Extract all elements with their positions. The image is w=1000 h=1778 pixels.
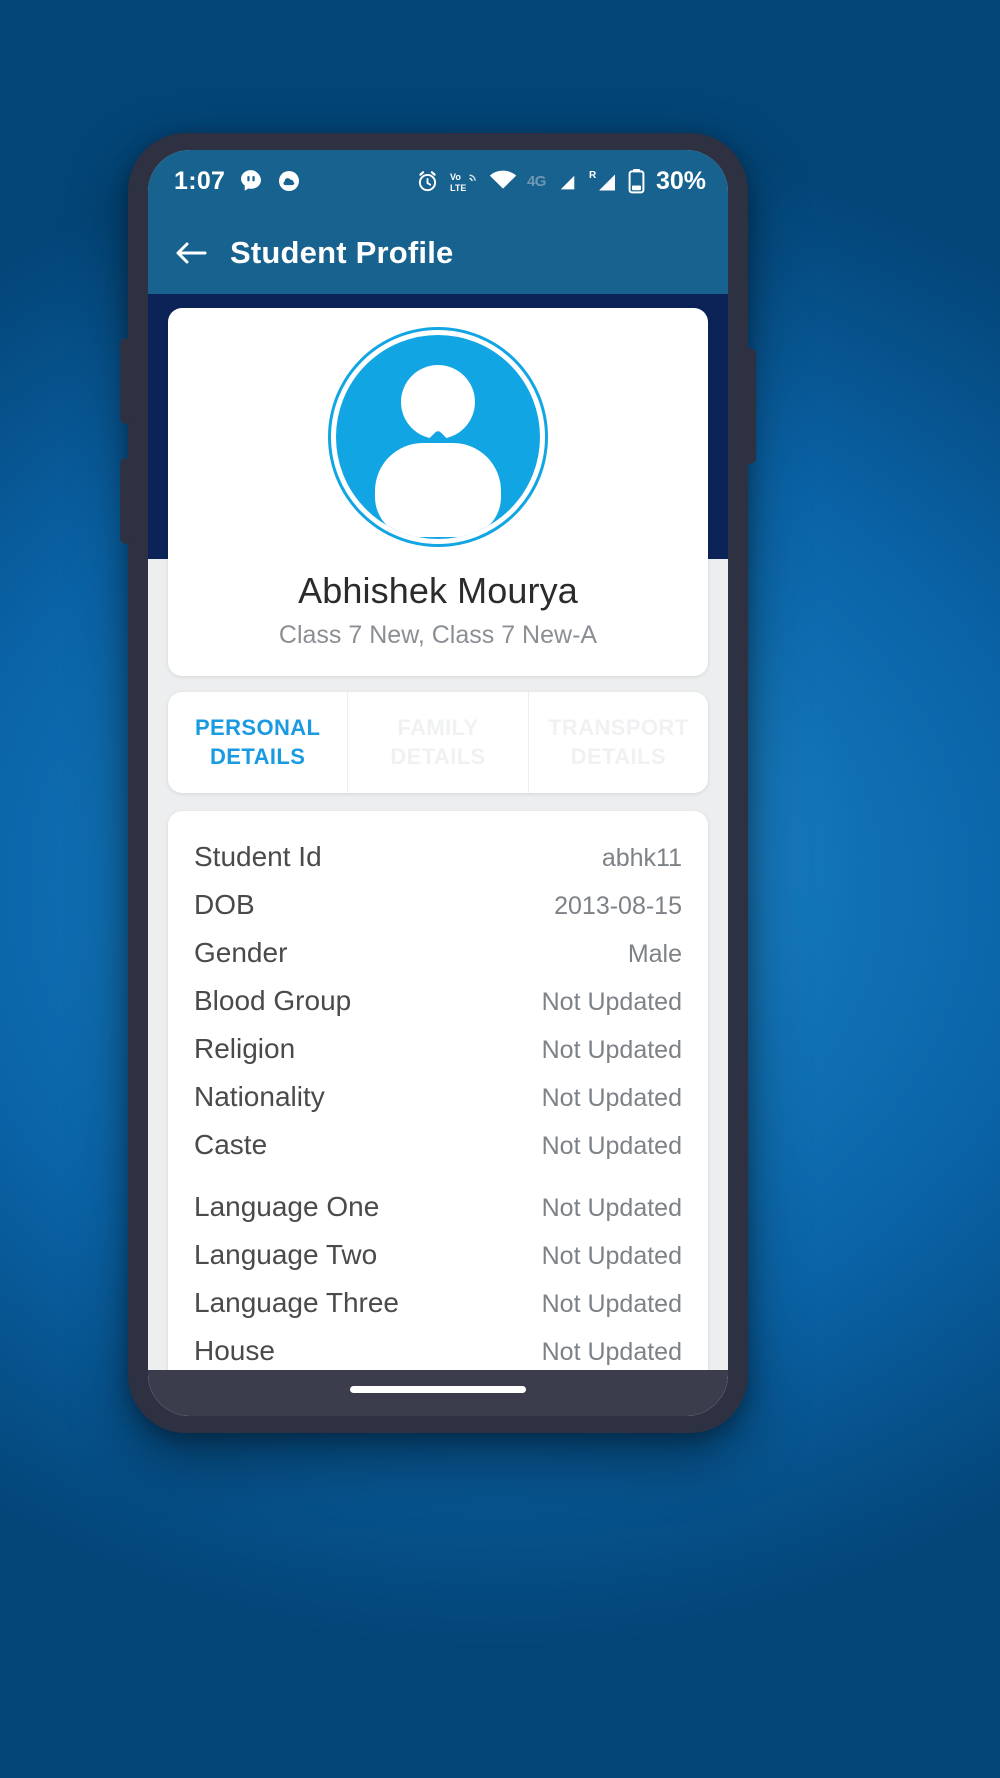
tab-transport-details[interactable]: TRANSPORT DETAILS — [527, 692, 708, 794]
row-key: Religion — [194, 1033, 296, 1065]
row-key: Gender — [194, 937, 288, 969]
scroll-content[interactable]: Abhishek Mourya Class 7 New, Class 7 New… — [148, 294, 728, 1416]
row-value: abhk11 — [601, 844, 682, 873]
row-value: Not Updated — [541, 1242, 682, 1271]
row-value: Not Updated — [541, 988, 682, 1017]
svg-text:R: R — [589, 170, 597, 181]
row-key: Language One — [194, 1191, 380, 1223]
tab-family-details[interactable]: FAMILY DETAILS — [347, 692, 527, 794]
status-bar: 1:07 Vo LTE 4G R 30% — [148, 150, 728, 212]
svg-text:Vo: Vo — [450, 172, 461, 182]
table-row: Language Two Not Updated — [194, 1231, 682, 1279]
avatar-body — [375, 443, 501, 537]
volume-down-button[interactable] — [120, 458, 132, 544]
network-type-label: 4G — [526, 172, 547, 190]
chat-icon — [238, 168, 264, 194]
table-row: DOB 2013-08-15 — [194, 881, 682, 929]
table-row: Gender Male — [194, 929, 682, 977]
row-value: Not Updated — [541, 1194, 682, 1223]
status-bar-right: Vo LTE 4G R 30% — [415, 167, 706, 196]
home-indicator[interactable] — [350, 1386, 526, 1393]
table-row: Student Id abhk11 — [194, 833, 682, 881]
row-key: Student Id — [194, 841, 322, 873]
signal-roaming-icon: R — [589, 169, 619, 194]
battery-percent: 30% — [655, 166, 706, 195]
avatar — [331, 330, 545, 544]
row-key: Caste — [194, 1129, 268, 1161]
volte-icon: Vo LTE — [449, 169, 479, 194]
row-value: Not Updated — [541, 1290, 682, 1319]
back-arrow-icon[interactable] — [174, 238, 208, 268]
navigation-bar — [148, 1370, 728, 1416]
status-bar-left: 1:07 — [174, 167, 301, 196]
tab-bar: PERSONAL DETAILS FAMILY DETAILS TRANSPOR… — [168, 692, 708, 794]
table-row: Caste Not Updated — [194, 1121, 682, 1169]
phone-screen: 1:07 Vo LTE 4G R 30% Student Profile Abh… — [148, 150, 728, 1416]
personal-details-card: Student Id abhk11 DOB 2013-08-15 Gender … — [168, 811, 708, 1400]
cloud-icon — [277, 169, 301, 193]
profile-card: Abhishek Mourya Class 7 New, Class 7 New… — [168, 308, 708, 676]
row-value: Not Updated — [541, 1036, 682, 1065]
status-time: 1:07 — [174, 166, 226, 195]
avatar-head — [401, 365, 475, 439]
svg-text:LTE: LTE — [450, 183, 466, 193]
student-class: Class 7 New, Class 7 New-A — [278, 621, 598, 649]
row-value: Male — [627, 940, 682, 969]
app-bar: Student Profile — [148, 212, 728, 294]
row-value: Not Updated — [541, 1338, 682, 1367]
alarm-icon — [415, 169, 440, 194]
phone-device: 1:07 Vo LTE 4G R 30% Student Profile Abh… — [120, 133, 756, 1433]
table-row: Religion Not Updated — [194, 1025, 682, 1073]
table-row: Nationality Not Updated — [194, 1073, 682, 1121]
battery-icon — [628, 168, 645, 194]
tab-personal-details[interactable]: PERSONAL DETAILS — [168, 692, 347, 793]
table-row: Language One Not Updated — [194, 1183, 682, 1231]
volume-up-button[interactable] — [120, 338, 132, 424]
row-key: Language Two — [194, 1239, 378, 1271]
row-value: Not Updated — [541, 1132, 682, 1161]
table-row: Language Three Not Updated — [194, 1279, 682, 1327]
signal-icon — [555, 169, 580, 194]
row-value: Not Updated — [541, 1084, 682, 1113]
row-key: Language Three — [194, 1287, 399, 1319]
table-row: Blood Group Not Updated — [194, 977, 682, 1025]
row-key: Blood Group — [194, 985, 352, 1017]
page-title: Student Profile — [230, 235, 454, 270]
student-name: Abhishek Mourya — [298, 570, 578, 611]
row-key: DOB — [194, 889, 255, 921]
desktop-background: 1:07 Vo LTE 4G R 30% Student Profile Abh… — [0, 0, 1000, 1778]
power-button[interactable] — [744, 348, 756, 464]
table-row: House Not Updated — [194, 1327, 682, 1375]
row-key: Nationality — [194, 1081, 325, 1113]
wifi-icon — [488, 169, 518, 193]
row-key: House — [194, 1335, 275, 1367]
row-value: 2013-08-15 — [554, 892, 682, 921]
